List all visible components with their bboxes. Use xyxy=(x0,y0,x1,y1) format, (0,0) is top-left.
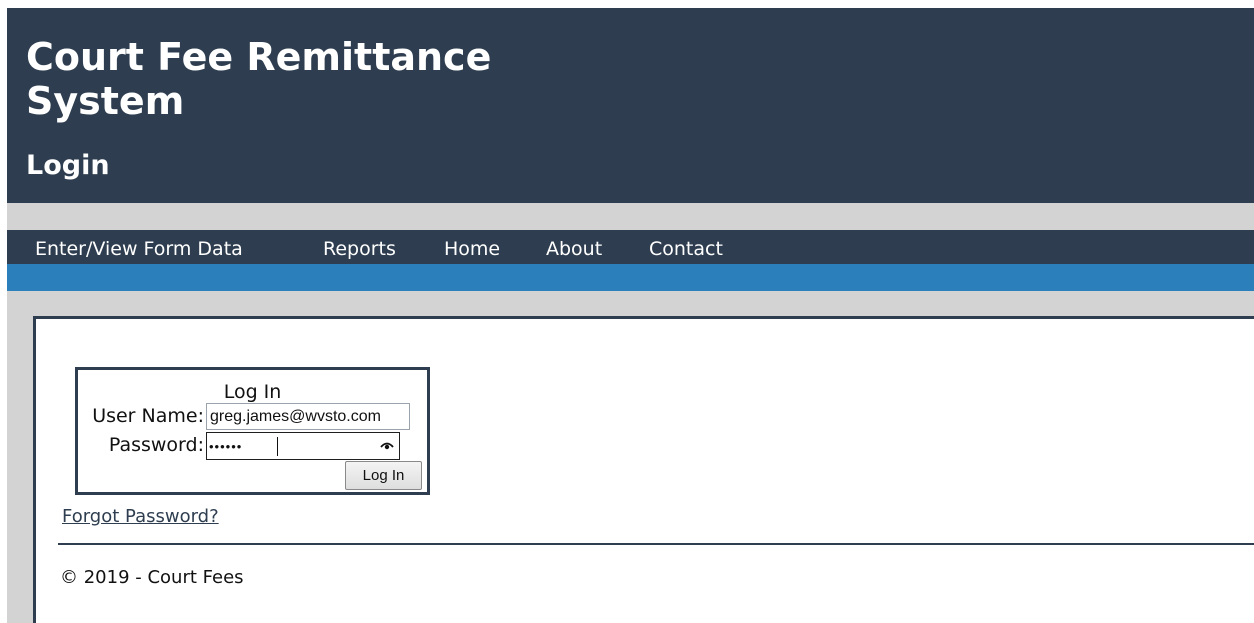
site-title: Court Fee Remittance System xyxy=(26,35,492,123)
page: Court Fee Remittance System Login Enter/… xyxy=(7,8,1254,623)
nav-item-about[interactable]: About xyxy=(546,230,602,264)
site-header: Court Fee Remittance System Login xyxy=(7,8,1254,203)
username-label: User Name: xyxy=(92,405,204,427)
nav-item-reports[interactable]: Reports xyxy=(323,230,396,264)
password-input[interactable] xyxy=(206,432,400,460)
password-label: Password: xyxy=(108,434,204,456)
login-button[interactable]: Log In xyxy=(345,461,422,490)
text-caret xyxy=(277,437,278,456)
footer-copyright: © 2019 - Court Fees xyxy=(60,567,244,588)
login-title: Log In xyxy=(223,381,282,403)
nav-item-contact[interactable]: Contact xyxy=(649,230,723,264)
username-input[interactable] xyxy=(206,403,410,430)
main-content: Log In User Name: Password: Log In Forgo… xyxy=(33,316,1254,623)
page-heading: Login xyxy=(26,150,110,181)
nav-item-home[interactable]: Home xyxy=(444,230,500,264)
nav-bar: Enter/View Form Data Reports Home About … xyxy=(7,230,1254,264)
accent-bar xyxy=(7,264,1254,291)
footer-divider xyxy=(58,543,1254,545)
nav-item-enter-view-form-data[interactable]: Enter/View Form Data xyxy=(35,230,243,264)
login-panel: Log In User Name: Password: Log In xyxy=(75,367,430,495)
eye-icon[interactable] xyxy=(380,438,394,452)
forgot-password-link[interactable]: Forgot Password? xyxy=(62,506,219,527)
